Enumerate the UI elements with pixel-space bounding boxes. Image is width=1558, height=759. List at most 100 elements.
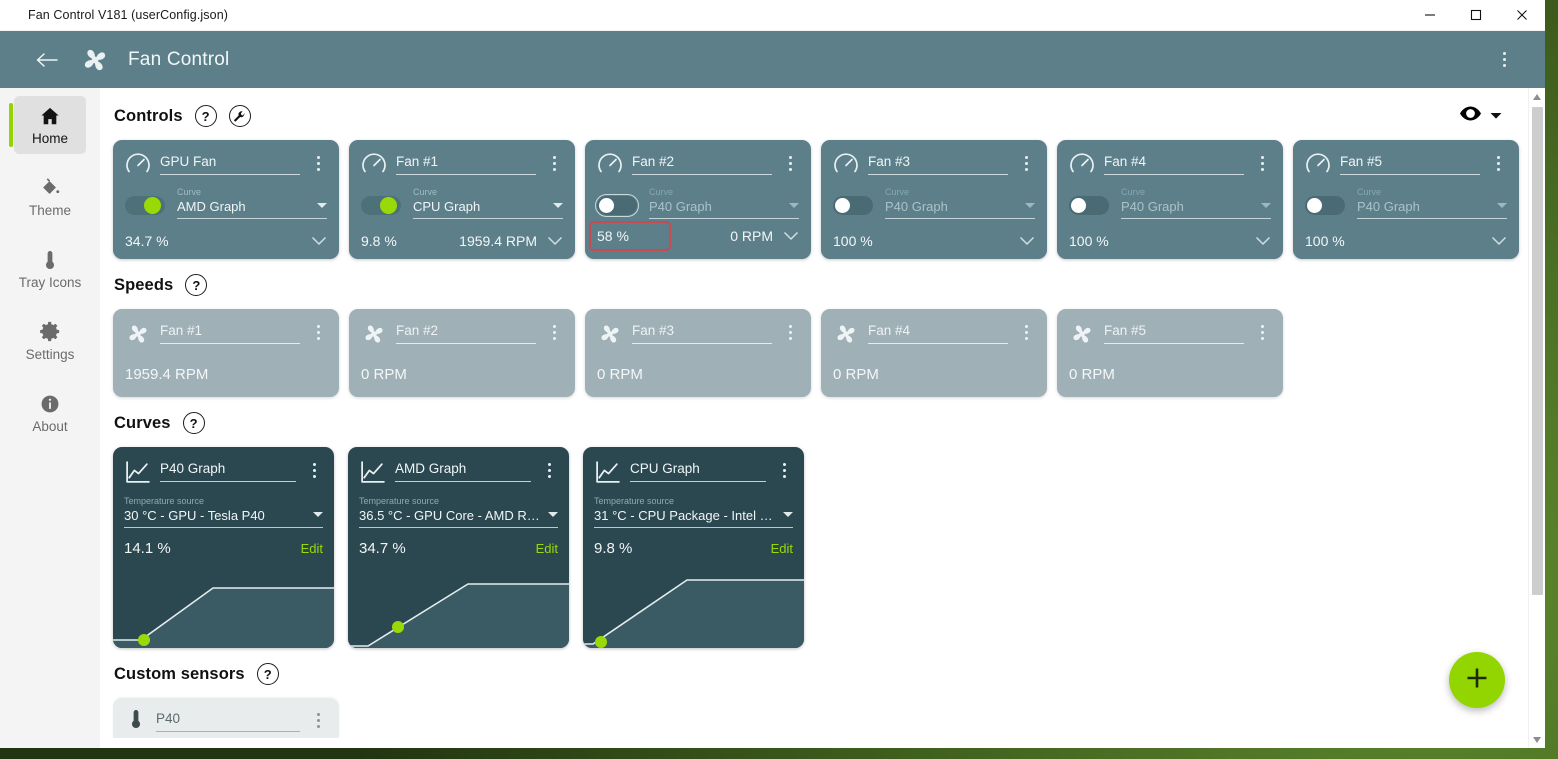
curve-name-field[interactable]: P40 Graph: [160, 458, 296, 482]
control-name: Fan #4: [1104, 154, 1147, 169]
speed-name-field[interactable]: Fan #5: [1104, 320, 1244, 344]
control-kebab-menu-icon[interactable]: [1489, 151, 1507, 175]
speed-card[interactable]: Fan #3 0 RPM: [585, 309, 811, 397]
control-kebab-menu-icon[interactable]: [1253, 151, 1271, 175]
custom-sensor-card[interactable]: P40: [113, 698, 339, 738]
curve-kebab-menu-icon[interactable]: [540, 458, 558, 482]
header-kebab-menu-icon[interactable]: [1489, 41, 1519, 79]
curve-select[interactable]: Curve P40 Graph: [885, 188, 1035, 219]
custom-sensor-name-field[interactable]: P40: [156, 708, 300, 732]
sidebar-item-tray-icons[interactable]: Tray Icons: [14, 240, 86, 298]
control-name-field[interactable]: Fan #4: [1104, 151, 1244, 175]
minimize-button[interactable]: [1407, 0, 1453, 31]
control-name-field[interactable]: Fan #2: [632, 151, 772, 175]
scroll-up-arrow[interactable]: [1529, 88, 1545, 105]
control-enable-toggle[interactable]: [1069, 196, 1109, 215]
control-name-field[interactable]: GPU Fan: [160, 151, 300, 175]
close-button[interactable]: [1499, 0, 1545, 31]
scrollbar-thumb[interactable]: [1532, 107, 1543, 596]
temperature-source-select[interactable]: Temperature source 31 °C - CPU Package -…: [594, 497, 793, 528]
back-arrow-icon[interactable]: [30, 43, 64, 77]
curve-card[interactable]: CPU Graph Temperature source 31 °C - CPU…: [583, 447, 804, 648]
curve-name-field[interactable]: CPU Graph: [630, 458, 766, 482]
speed-kebab-menu-icon[interactable]: [309, 320, 327, 344]
curve-select[interactable]: Curve P40 Graph: [1121, 188, 1271, 219]
control-enable-toggle[interactable]: [125, 196, 165, 215]
speed-card[interactable]: Fan #2 0 RPM: [349, 309, 575, 397]
control-card[interactable]: Fan #2 Curve P40 Graph 58 % 0 RPM: [585, 140, 811, 259]
curve-select[interactable]: Curve CPU Graph: [413, 188, 563, 219]
speed-name-field[interactable]: Fan #1: [160, 320, 300, 344]
sidebar-item-settings[interactable]: Settings: [14, 312, 86, 370]
curve-select[interactable]: Curve P40 Graph: [1357, 188, 1507, 219]
curve-graph[interactable]: [348, 570, 569, 648]
curve-select[interactable]: Curve AMD Graph: [177, 188, 327, 219]
expand-chevron-icon[interactable]: [547, 236, 563, 246]
curve-graph[interactable]: [113, 570, 334, 648]
control-enable-toggle[interactable]: [833, 196, 873, 215]
scroll-down-arrow[interactable]: [1529, 731, 1545, 748]
control-card[interactable]: Fan #5 Curve P40 Graph 100 %: [1293, 140, 1519, 259]
curve-card[interactable]: AMD Graph Temperature source 36.5 °C - G…: [348, 447, 569, 648]
controls-help-icon[interactable]: ?: [194, 105, 217, 127]
speed-kebab-menu-icon[interactable]: [781, 320, 799, 344]
curve-kebab-menu-icon[interactable]: [305, 458, 323, 482]
curve-card[interactable]: P40 Graph Temperature source 30 °C - GPU…: [113, 447, 334, 648]
curve-name-field[interactable]: AMD Graph: [395, 458, 531, 482]
control-name-field[interactable]: Fan #1: [396, 151, 536, 175]
control-card[interactable]: GPU Fan Curve AMD Graph 34.7 %: [113, 140, 339, 259]
kebab-dot: [1496, 161, 1500, 165]
control-kebab-menu-icon[interactable]: [545, 151, 563, 175]
speed-kebab-menu-icon[interactable]: [1017, 320, 1035, 344]
sidebar-item-theme[interactable]: Theme: [14, 168, 86, 226]
custom-sensors-help-icon[interactable]: ?: [256, 663, 279, 685]
temperature-source-select[interactable]: Temperature source 30 °C - GPU - Tesla P…: [124, 497, 323, 528]
maximize-button[interactable]: [1453, 0, 1499, 31]
curves-help-icon[interactable]: ?: [182, 412, 205, 434]
sidebar-item-home[interactable]: Home: [9, 96, 86, 154]
control-name-field[interactable]: Fan #3: [868, 151, 1008, 175]
speed-name-field[interactable]: Fan #3: [632, 320, 772, 344]
temperature-source-select[interactable]: Temperature source 36.5 °C - GPU Core - …: [359, 497, 558, 528]
expand-chevron-icon[interactable]: [311, 236, 327, 246]
speed-name-field[interactable]: Fan #4: [868, 320, 1008, 344]
expand-chevron-icon[interactable]: [783, 231, 799, 241]
eye-icon[interactable]: [1460, 106, 1481, 126]
speed-card[interactable]: Fan #1 1959.4 RPM: [113, 309, 339, 397]
control-card[interactable]: Fan #3 Curve P40 Graph 100 %: [821, 140, 1047, 259]
expand-chevron-icon[interactable]: [1491, 236, 1507, 246]
control-card[interactable]: Fan #4 Curve P40 Graph 100 %: [1057, 140, 1283, 259]
curve-edit-link[interactable]: Edit: [771, 541, 793, 556]
curve-edit-link[interactable]: Edit: [536, 541, 558, 556]
curve-kebab-menu-icon[interactable]: [775, 458, 793, 482]
kebab-dot: [552, 330, 556, 334]
wrench-icon[interactable]: [228, 105, 251, 127]
visibility-toggle-group[interactable]: [1460, 106, 1528, 126]
expand-chevron-icon[interactable]: [1255, 236, 1271, 246]
sidebar-item-about[interactable]: About: [14, 384, 86, 442]
control-card[interactable]: Fan #1 Curve CPU Graph 9.8 % 1959.4 RPM: [349, 140, 575, 259]
control-kebab-menu-icon[interactable]: [1017, 151, 1035, 175]
speed-name-field[interactable]: Fan #2: [396, 320, 536, 344]
custom-sensor-kebab-menu-icon[interactable]: [309, 708, 327, 732]
control-kebab-menu-icon[interactable]: [309, 151, 327, 175]
add-button[interactable]: [1449, 652, 1505, 708]
chevron-down-icon[interactable]: [1490, 107, 1502, 125]
control-enable-toggle[interactable]: [595, 194, 639, 217]
speed-kebab-menu-icon[interactable]: [1253, 320, 1271, 344]
control-enable-toggle[interactable]: [361, 196, 401, 215]
scrollbar-track[interactable]: [1529, 105, 1545, 731]
curve-graph[interactable]: [583, 570, 804, 648]
control-name-field[interactable]: Fan #5: [1340, 151, 1480, 175]
curve-edit-link[interactable]: Edit: [301, 541, 323, 556]
control-enable-toggle[interactable]: [1305, 196, 1345, 215]
vertical-scrollbar[interactable]: [1528, 88, 1545, 748]
curve-select[interactable]: Curve P40 Graph: [649, 188, 799, 219]
control-percent[interactable]: 58 %: [589, 221, 671, 251]
expand-chevron-icon[interactable]: [1019, 236, 1035, 246]
speeds-help-icon[interactable]: ?: [185, 274, 208, 296]
speed-kebab-menu-icon[interactable]: [545, 320, 563, 344]
speed-card[interactable]: Fan #5 0 RPM: [1057, 309, 1283, 397]
speed-card[interactable]: Fan #4 0 RPM: [821, 309, 1047, 397]
control-kebab-menu-icon[interactable]: [781, 151, 799, 175]
